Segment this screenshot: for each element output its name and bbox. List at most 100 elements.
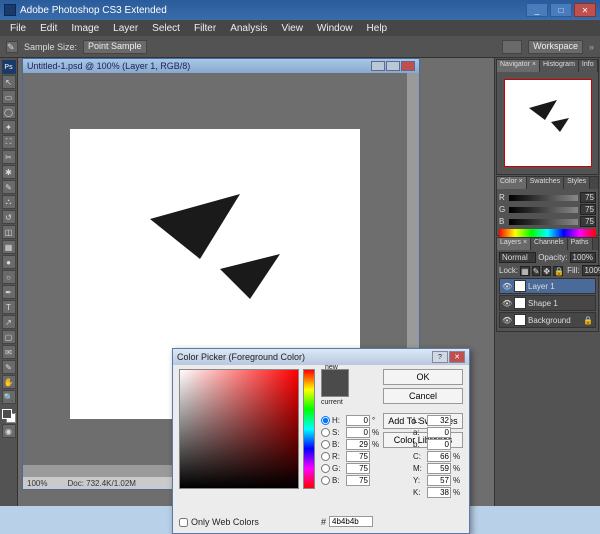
color-b-slider[interactable]	[509, 219, 578, 225]
menu-view[interactable]: View	[275, 22, 309, 35]
lasso-tool[interactable]: ◯	[2, 105, 16, 119]
tab-swatches[interactable]: Swatches	[527, 177, 564, 189]
b-field[interactable]	[346, 439, 370, 450]
lock-pixels-icon[interactable]: ✎	[532, 266, 541, 276]
g-radio[interactable]	[321, 464, 330, 473]
layer-name[interactable]: Background	[528, 316, 571, 325]
doc-maximize-button[interactable]	[386, 61, 400, 71]
tab-histogram[interactable]: Histogram	[540, 60, 579, 72]
visibility-icon[interactable]: 👁	[502, 316, 512, 325]
layer-name[interactable]: Shape 1	[528, 299, 558, 308]
menu-analysis[interactable]: Analysis	[224, 22, 273, 35]
zoom-tool[interactable]: 🔍	[2, 390, 16, 404]
color-field[interactable]	[179, 369, 299, 489]
tab-styles[interactable]: Styles	[564, 177, 590, 189]
c-field[interactable]	[427, 451, 451, 462]
zoom-level[interactable]: 100%	[27, 479, 47, 488]
wand-tool[interactable]: ✦	[2, 120, 16, 134]
panel-toggle-icon[interactable]: »	[589, 42, 594, 52]
b-radio[interactable]	[321, 440, 330, 449]
m-field[interactable]	[427, 463, 451, 474]
tab-info[interactable]: Info	[579, 60, 598, 72]
bl-radio[interactable]	[321, 476, 330, 485]
slice-tool[interactable]: ✂	[2, 150, 16, 164]
s-field[interactable]	[346, 427, 370, 438]
layer-row[interactable]: 👁 Layer 1	[499, 278, 596, 294]
close-button[interactable]: ✕	[574, 3, 596, 17]
lock-all-icon[interactable]: 🔒	[553, 266, 563, 276]
color-g-value[interactable]: 75	[580, 204, 596, 215]
color-g-slider[interactable]	[509, 207, 578, 213]
pen-tool[interactable]: ✒	[2, 285, 16, 299]
tab-paths[interactable]: Paths	[568, 238, 593, 250]
workspace-dropdown[interactable]: Workspace	[528, 40, 583, 54]
doc-close-button[interactable]	[401, 61, 415, 71]
navigator-thumbnail[interactable]	[504, 79, 592, 167]
menu-help[interactable]: Help	[361, 22, 394, 35]
blend-mode-dropdown[interactable]: Normal	[499, 252, 536, 263]
history-brush-tool[interactable]: ↺	[2, 210, 16, 224]
eyedropper-tool[interactable]: ✎	[2, 360, 16, 374]
dialog-close-button[interactable]: ✕	[449, 351, 465, 363]
b2-field[interactable]	[427, 439, 451, 450]
blur-tool[interactable]: ●	[2, 255, 16, 269]
color-b-value[interactable]: 75	[580, 216, 596, 227]
dodge-tool[interactable]: ○	[2, 270, 16, 284]
move-tool[interactable]: ↖	[2, 75, 16, 89]
y-field[interactable]	[427, 475, 451, 486]
tab-layers[interactable]: Layers ×	[497, 238, 531, 250]
menu-image[interactable]: Image	[65, 22, 105, 35]
stamp-tool[interactable]: ⛬	[2, 195, 16, 209]
doc-minimize-button[interactable]	[371, 61, 385, 71]
sample-size-dropdown[interactable]: Point Sample	[83, 40, 147, 54]
dialog-help-button[interactable]: ?	[432, 351, 448, 363]
menu-select[interactable]: Select	[146, 22, 186, 35]
notes-tool[interactable]: ✉	[2, 345, 16, 359]
g-field[interactable]	[346, 463, 370, 474]
s-radio[interactable]	[321, 428, 330, 437]
brush-tool[interactable]: ✎	[2, 180, 16, 194]
menu-layer[interactable]: Layer	[107, 22, 144, 35]
foreground-swatch[interactable]	[2, 409, 12, 419]
tab-color[interactable]: Color ×	[497, 177, 527, 189]
path-tool[interactable]: ↗	[2, 315, 16, 329]
tab-navigator[interactable]: Navigator ×	[497, 60, 540, 72]
menu-window[interactable]: Window	[311, 22, 359, 35]
maximize-button[interactable]: □	[550, 3, 572, 17]
menu-file[interactable]: File	[4, 22, 32, 35]
menu-edit[interactable]: Edit	[34, 22, 63, 35]
quickmask-tool[interactable]: ◉	[2, 424, 16, 438]
bl-field[interactable]	[346, 475, 370, 486]
shape-tool[interactable]: ▢	[2, 330, 16, 344]
type-tool[interactable]: T	[2, 300, 16, 314]
tab-channels[interactable]: Channels	[531, 238, 568, 250]
l-field[interactable]	[427, 415, 451, 426]
minimize-button[interactable]: _	[526, 3, 548, 17]
heal-tool[interactable]: ✱	[2, 165, 16, 179]
web-colors-checkbox[interactable]	[179, 518, 188, 527]
color-r-slider[interactable]	[509, 195, 578, 201]
ok-button[interactable]: OK	[383, 369, 463, 385]
color-r-value[interactable]: 75	[580, 192, 596, 203]
fill-field[interactable]: 100%	[582, 265, 600, 276]
layer-row[interactable]: 👁 Shape 1	[499, 295, 596, 311]
hand-tool[interactable]: ✋	[2, 375, 16, 389]
lock-trans-icon[interactable]: ▦	[520, 266, 530, 276]
visibility-icon[interactable]: 👁	[502, 299, 512, 308]
gradient-tool[interactable]: ▦	[2, 240, 16, 254]
r-radio[interactable]	[321, 452, 330, 461]
k-field[interactable]	[427, 487, 451, 498]
color-picker-titlebar[interactable]: Color Picker (Foreground Color) ? ✕	[173, 349, 469, 365]
a-field[interactable]	[427, 427, 451, 438]
marquee-tool[interactable]: ▭	[2, 90, 16, 104]
r-field[interactable]	[346, 451, 370, 462]
layer-row[interactable]: 👁 Background 🔒	[499, 312, 596, 328]
hue-slider[interactable]	[303, 369, 315, 489]
crop-tool[interactable]: ⛶	[2, 135, 16, 149]
screen-mode-icon[interactable]	[502, 40, 522, 54]
layer-name[interactable]: Layer 1	[528, 282, 555, 291]
cancel-button[interactable]: Cancel	[383, 388, 463, 404]
hex-field[interactable]	[329, 516, 373, 527]
current-color-swatch[interactable]	[322, 383, 348, 396]
opacity-field[interactable]: 100%	[570, 252, 596, 263]
